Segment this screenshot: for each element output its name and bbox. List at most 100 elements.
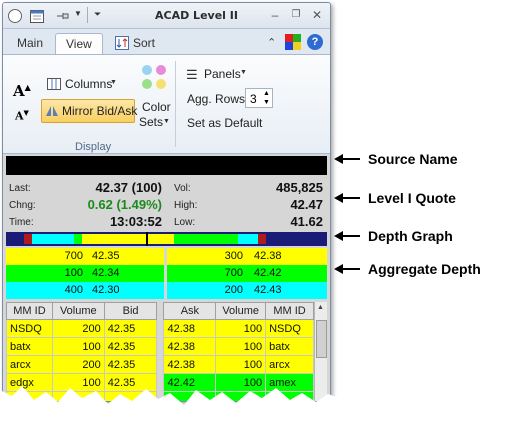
depth-seg-ask-yellow: [148, 234, 174, 244]
agg-divider: [164, 248, 167, 299]
depth-seg-ask-red: [258, 234, 266, 244]
depth-seg-bid-yellow: [82, 234, 146, 244]
color-sets-dropdown-icon[interactable]: ▼: [163, 118, 170, 125]
arrow-line: [342, 268, 360, 270]
book-gap: [156, 319, 165, 338]
col-header-ask-mmid[interactable]: MM ID: [265, 302, 314, 320]
close-icon[interactable]: ✕: [309, 8, 325, 22]
low-label: Low:: [174, 217, 196, 228]
ask-volume: 100: [215, 355, 267, 374]
callout-source-name-label: Source Name: [368, 151, 458, 167]
calendar-icon[interactable]: [29, 8, 45, 24]
scroll-up-icon[interactable]: ▲: [317, 304, 324, 311]
callout-depth-graph-label: Depth Graph: [368, 228, 453, 244]
depth-seg-ask-cyan: [238, 234, 258, 244]
dropdown-icon[interactable]: ▼: [74, 9, 82, 18]
ribbon-tabs: Main View Sort ⌃ ?: [3, 29, 330, 55]
source-name-bar: [6, 156, 327, 175]
ask-mmid: batx: [265, 337, 314, 356]
customize-icon[interactable]: ⏷: [94, 9, 101, 20]
tab-sort[interactable]: Sort: [127, 33, 165, 55]
arrow-line: [342, 235, 360, 237]
color-palette-icon[interactable]: [285, 34, 301, 50]
font-increase-button[interactable]: A▲: [13, 82, 31, 100]
color-sets-label-1[interactable]: Color: [142, 100, 171, 114]
app-icon[interactable]: [7, 8, 23, 24]
color-sets-label-2[interactable]: Sets: [139, 115, 163, 129]
agg-bid-price: 42.30: [92, 284, 120, 296]
table-row[interactable]: batx 100 42.35 42.38 100 batx: [6, 337, 314, 356]
mirror-label: Mirror Bid/Ask: [62, 104, 138, 118]
high-label: High:: [174, 200, 198, 211]
arrow-line: [342, 197, 360, 199]
agg-rows-spinner[interactable]: 3 ▲ ▼: [245, 88, 273, 108]
scroll-thumb[interactable]: [316, 320, 327, 358]
bid-mmid: batx: [6, 337, 53, 356]
agg-ask-volume: 700: [224, 267, 243, 279]
book-header-row: MM ID Volume Bid Ask Volume MM ID: [6, 302, 314, 320]
restore-icon[interactable]: ❐: [288, 8, 304, 22]
collapse-ribbon-icon[interactable]: ⌃: [267, 36, 276, 49]
last-label: Last:: [9, 183, 31, 194]
panels-dropdown-icon[interactable]: ▼: [240, 69, 247, 76]
minimize-icon[interactable]: –: [267, 8, 283, 22]
volume-label: Vol:: [174, 183, 191, 194]
level1-quote: Last: 42.37 (100) Chng: 0.62 (1.49%) Tim…: [6, 177, 327, 230]
col-header-ask-volume[interactable]: Volume: [215, 302, 267, 320]
font-decrease-button[interactable]: A▼: [15, 108, 29, 123]
display-group-label: Display: [75, 141, 112, 153]
book-gap: [156, 337, 165, 356]
set-as-default-button[interactable]: Set as Default: [187, 116, 262, 130]
table-row[interactable]: arcx 200 42.35 42.38 100 arcx: [6, 355, 314, 374]
bid-mmid: arcx: [6, 355, 53, 374]
depth-seg-bid-green: [74, 234, 82, 244]
window-title: ACAD Level II: [155, 9, 238, 22]
ask-volume: 100: [215, 337, 267, 356]
bid-price: 42.35: [103, 319, 158, 338]
tab-view[interactable]: View: [55, 33, 103, 55]
agg-rows-value[interactable]: 3: [250, 92, 257, 106]
col-header-bid[interactable]: Bid: [103, 302, 158, 320]
spinner-down-icon[interactable]: ▼: [263, 98, 270, 107]
columns-dropdown-icon[interactable]: ▼: [110, 79, 117, 86]
agg-ask-price: 42.38: [254, 250, 282, 262]
agg-ask-price: 42.42: [254, 267, 282, 279]
panels-button[interactable]: Panels: [204, 67, 241, 81]
agg-bid-volume: 400: [64, 284, 83, 296]
columns-button[interactable]: Columns: [65, 77, 112, 91]
depth-seg-bid-red: [24, 234, 32, 244]
ask-price: 42.38: [163, 337, 217, 356]
time-value: 13:03:52: [109, 214, 162, 229]
bid-price: 42.35: [103, 355, 158, 374]
agg-bid-price: 42.34: [92, 267, 120, 279]
depth-seg-bid-far: [6, 234, 24, 244]
torn-edge: [0, 386, 340, 429]
help-icon[interactable]: ?: [307, 34, 323, 50]
ask-volume: 100: [215, 319, 267, 338]
col-header-bid-mmid[interactable]: MM ID: [6, 302, 53, 320]
col-header-ask[interactable]: Ask: [163, 302, 217, 320]
spinner-up-icon[interactable]: ▲: [263, 89, 270, 98]
last-value: 42.37 (100): [95, 180, 163, 195]
aggregate-depth: 700 42.35 300 42.38 100 42.34 700 42.42 …: [6, 248, 327, 300]
pin-icon[interactable]: [55, 8, 71, 24]
high-value: 42.47: [290, 197, 323, 212]
book-gap: [156, 302, 165, 320]
bid-volume: 200: [51, 355, 105, 374]
depth-seg-bid-cyan: [32, 234, 74, 244]
font-decrease-label: A: [15, 109, 24, 123]
ribbon-separator: [175, 61, 176, 147]
callout-aggregate-depth-label: Aggregate Depth: [368, 261, 481, 277]
qat-separator: [87, 7, 88, 23]
arrow-line: [342, 158, 360, 160]
change-label: Chng:: [9, 200, 36, 211]
title-bar: ▼ ⏷ ACAD Level II – ❐ ✕: [3, 3, 330, 29]
agg-ask-price: 42.43: [254, 284, 282, 296]
table-row[interactable]: NSDQ 200 42.35 42.38 100 NSDQ: [6, 319, 314, 338]
color-sets-icon: [139, 62, 169, 92]
mirror-bid-ask-button[interactable]: Mirror Bid/Ask: [41, 99, 138, 123]
columns-icon: [47, 78, 61, 90]
tab-main[interactable]: Main: [7, 33, 53, 55]
panels-icon: ☰: [186, 67, 198, 82]
col-header-bid-volume[interactable]: Volume: [51, 302, 105, 320]
